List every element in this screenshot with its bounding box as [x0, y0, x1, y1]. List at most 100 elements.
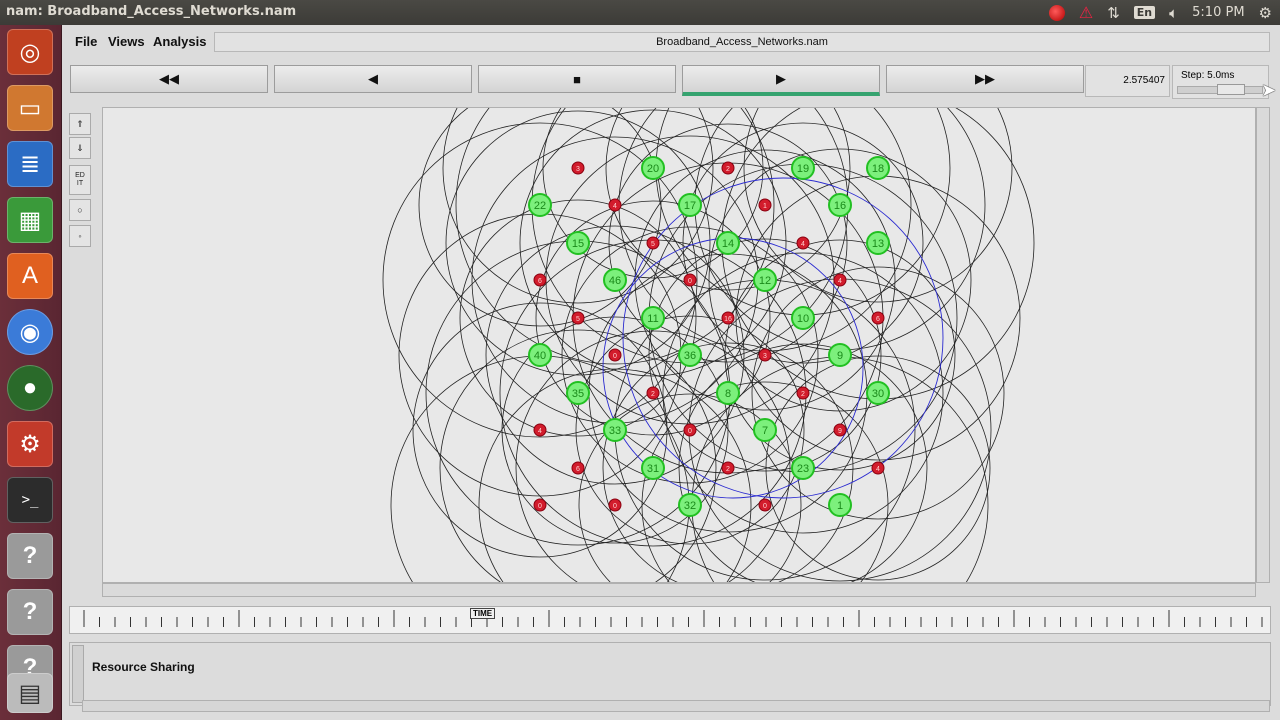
- terminal-icon[interactable]: >_: [7, 477, 53, 523]
- red-node[interactable]: 5: [646, 236, 660, 250]
- system-gear-icon[interactable]: ⚙: [1259, 4, 1272, 22]
- green-node[interactable]: 40: [528, 343, 552, 367]
- warning-icon[interactable]: ⚠: [1079, 3, 1093, 22]
- step-slider-thumb[interactable]: [1217, 84, 1245, 95]
- green-node[interactable]: 11: [641, 306, 665, 330]
- step-back-button[interactable]: ◀: [274, 65, 472, 93]
- green-node[interactable]: 23: [791, 456, 815, 480]
- red-node-label: 6: [538, 278, 542, 285]
- small-node-tool-icon[interactable]: ◦: [69, 225, 91, 247]
- red-node[interactable]: 0: [683, 273, 697, 287]
- red-node[interactable]: 2: [646, 386, 660, 400]
- unknown-app-icon[interactable]: ?: [7, 533, 53, 579]
- network-animation-canvas[interactable]: 20 19 18 22 17 16 15 14 13 46 12 11 10 40 36 9 35 8 30 33 7 3…: [102, 107, 1256, 583]
- red-node[interactable]: 0: [758, 498, 772, 512]
- software-center-icon[interactable]: A: [7, 253, 53, 299]
- green-node[interactable]: 31: [641, 456, 665, 480]
- red-node[interactable]: 6: [533, 273, 547, 287]
- red-node[interactable]: 5: [571, 311, 585, 325]
- red-node[interactable]: 2: [721, 161, 735, 175]
- red-node[interactable]: 6: [571, 461, 585, 475]
- network-arrows-icon[interactable]: ⇅: [1107, 4, 1120, 22]
- menu-file[interactable]: File: [75, 34, 97, 49]
- menu-analysis[interactable]: Analysis: [153, 34, 206, 49]
- green-node[interactable]: 18: [866, 156, 890, 180]
- green-node[interactable]: 30: [866, 381, 890, 405]
- green-node-label: 14: [722, 238, 734, 250]
- globe-icon[interactable]: ●: [7, 365, 53, 411]
- red-node[interactable]: 4: [871, 461, 885, 475]
- zoom-out-icon[interactable]: ⇓: [69, 137, 91, 159]
- canvas-vertical-scrollbar[interactable]: [1256, 107, 1270, 583]
- stop-button[interactable]: ■: [478, 65, 676, 93]
- green-node[interactable]: 9: [828, 343, 852, 367]
- green-node[interactable]: 33: [603, 418, 627, 442]
- green-node[interactable]: 32: [678, 493, 702, 517]
- green-node[interactable]: 8: [716, 381, 740, 405]
- red-node[interactable]: 0: [608, 348, 622, 362]
- network-topology-graphic: 20 19 1822 17 1615 14 1346 1211 1040 36 935 8 3033 73…: [382, 108, 1035, 582]
- red-node-label: 4: [876, 466, 880, 473]
- settings-icon[interactable]: ⚙: [7, 421, 53, 467]
- blue-range-circle: [602, 237, 864, 499]
- red-node[interactable]: 0: [683, 423, 697, 437]
- red-node[interactable]: 2: [721, 461, 735, 475]
- green-node[interactable]: 7: [753, 418, 777, 442]
- zoom-in-icon[interactable]: ⇑: [69, 113, 91, 135]
- red-node[interactable]: 16: [721, 311, 735, 325]
- green-node[interactable]: 14: [716, 231, 740, 255]
- green-node[interactable]: 46: [603, 268, 627, 292]
- time-slider[interactable]: TIME: [69, 606, 1278, 634]
- calc-icon[interactable]: ▦: [7, 197, 53, 243]
- red-node[interactable]: 0: [608, 498, 622, 512]
- printer-icon[interactable]: ▤: [7, 673, 53, 713]
- window-title: nam: Broadband_Access_Networks.nam: [6, 4, 297, 19]
- green-node[interactable]: 20: [641, 156, 665, 180]
- red-node-label: 5: [651, 241, 655, 248]
- fast-forward-button[interactable]: ▶▶: [886, 65, 1084, 93]
- ubuntu-logo-icon[interactable]: ◎: [7, 29, 53, 75]
- green-node[interactable]: 13: [866, 231, 890, 255]
- chrome-icon[interactable]: ◉: [7, 309, 53, 355]
- play-button[interactable]: ▶: [682, 65, 880, 96]
- red-node[interactable]: 4: [796, 236, 810, 250]
- green-node[interactable]: 17: [678, 193, 702, 217]
- red-node[interactable]: 0: [533, 498, 547, 512]
- red-node[interactable]: 1: [758, 198, 772, 212]
- keyboard-layout-indicator[interactable]: En: [1133, 6, 1156, 19]
- red-node[interactable]: 6: [871, 311, 885, 325]
- unknown-app-icon[interactable]: ?: [7, 589, 53, 635]
- green-node[interactable]: 10: [791, 306, 815, 330]
- clock[interactable]: 5:10 PM: [1192, 5, 1244, 20]
- annotation-horizontal-scrollbar[interactable]: [82, 700, 1270, 712]
- volume-icon[interactable]: 🔈︎: [1169, 4, 1178, 22]
- green-node[interactable]: 1: [828, 493, 852, 517]
- green-node-label: 1: [837, 500, 843, 512]
- red-node[interactable]: 4: [833, 273, 847, 287]
- writer-icon[interactable]: ≣: [7, 141, 53, 187]
- rewind-button[interactable]: ◀◀: [70, 65, 268, 93]
- red-node[interactable]: 2: [796, 386, 810, 400]
- red-node[interactable]: 4: [608, 198, 622, 212]
- red-node[interactable]: 4: [533, 423, 547, 437]
- record-indicator-icon[interactable]: [1048, 4, 1065, 21]
- annotation-vertical-scrollbar[interactable]: [72, 645, 84, 703]
- green-node[interactable]: 15: [566, 231, 590, 255]
- annotation-panel: Resource Sharing: [69, 642, 1271, 706]
- green-node[interactable]: 12: [753, 268, 777, 292]
- menu-views[interactable]: Views: [108, 34, 145, 49]
- red-node[interactable]: 3: [758, 348, 772, 362]
- green-node[interactable]: 19: [791, 156, 815, 180]
- red-node[interactable]: 9: [833, 423, 847, 437]
- red-node-label: 4: [838, 278, 842, 285]
- red-node[interactable]: 3: [571, 161, 585, 175]
- edit-tool-button[interactable]: ED IT: [69, 165, 91, 195]
- files-icon[interactable]: ▭: [7, 85, 53, 131]
- green-node[interactable]: 36: [678, 343, 702, 367]
- canvas-horizontal-scrollbar[interactable]: [102, 583, 1256, 597]
- green-node[interactable]: 35: [566, 381, 590, 405]
- green-node[interactable]: 22: [528, 193, 552, 217]
- green-node[interactable]: 16: [828, 193, 852, 217]
- node-tool-icon[interactable]: ○: [69, 199, 91, 221]
- time-slider-handle[interactable]: TIME: [470, 608, 496, 619]
